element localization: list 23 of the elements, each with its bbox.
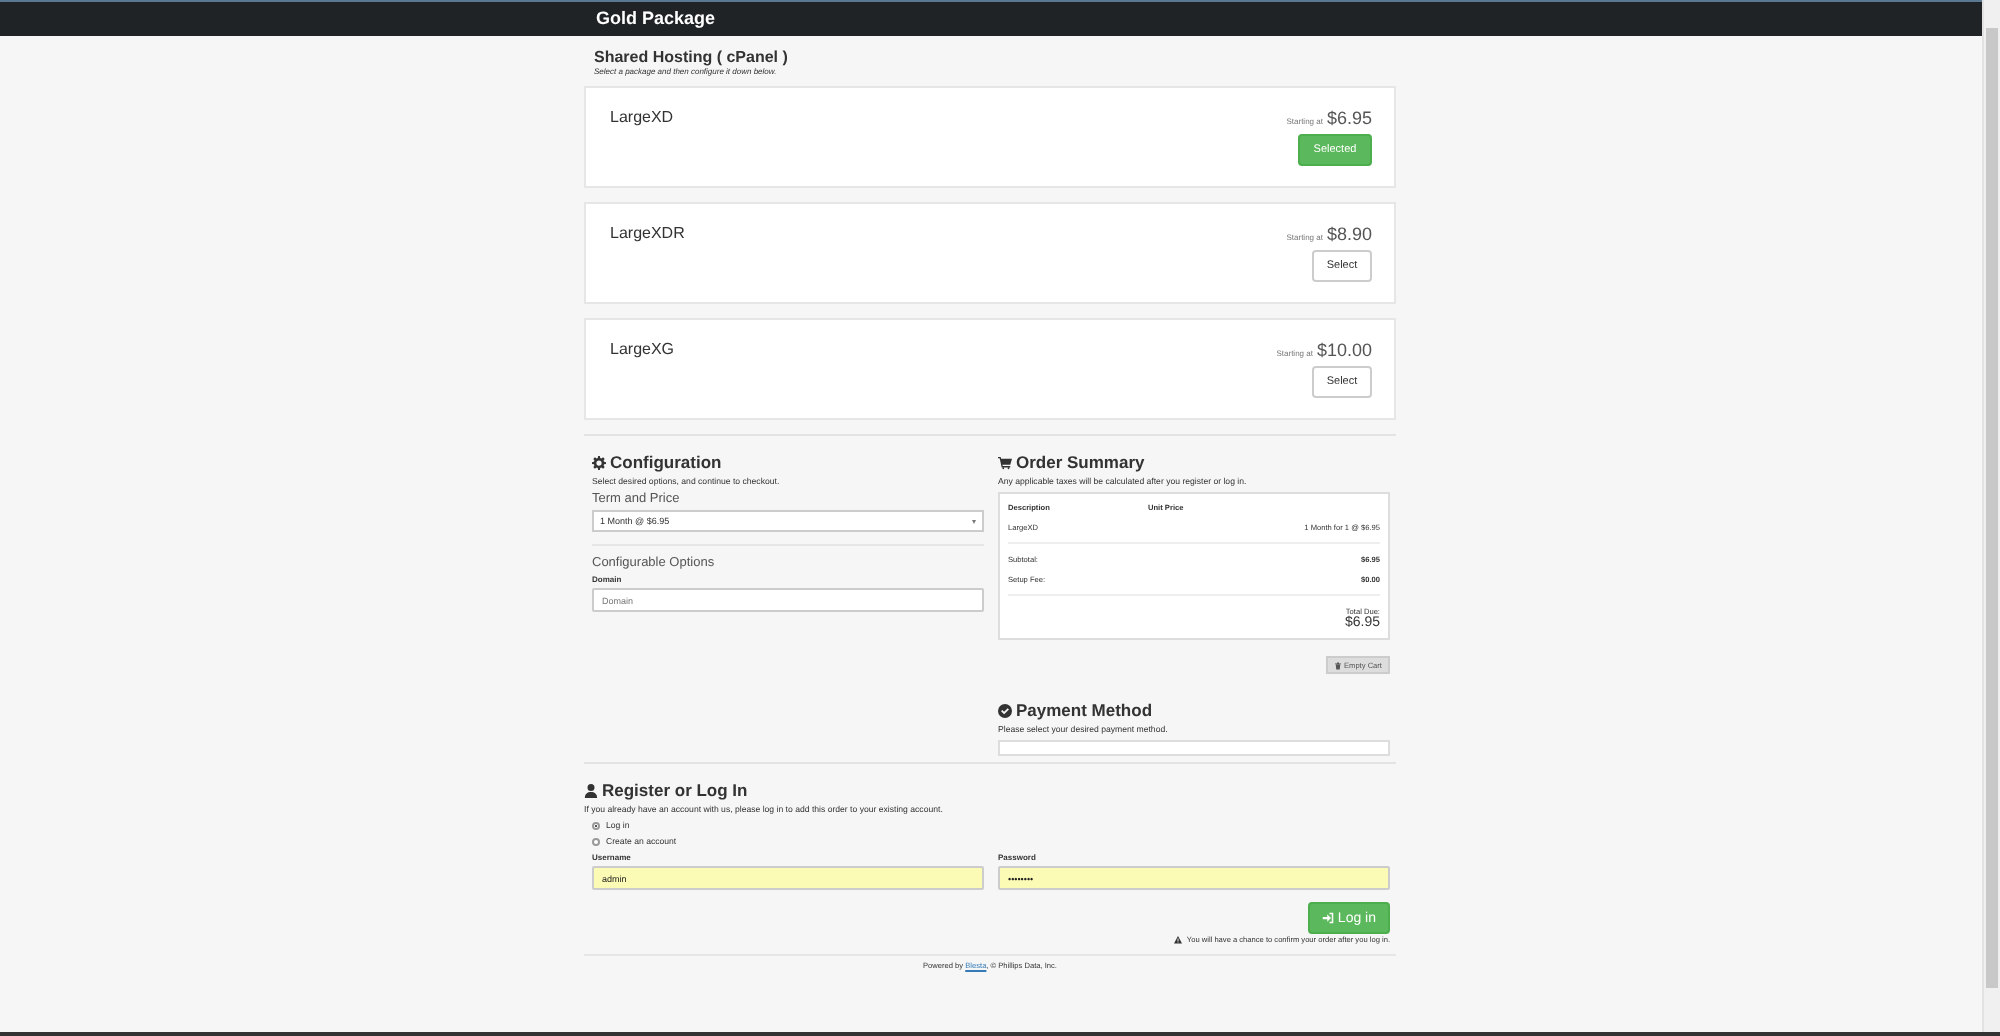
sign-in-icon (1321, 912, 1334, 924)
package-price: $8.90 (1326, 224, 1372, 244)
scrollbar[interactable] (1982, 0, 2000, 1032)
gear-icon (592, 455, 606, 469)
package-price: $6.95 (1326, 108, 1372, 128)
package-price: $10.00 (1316, 340, 1372, 360)
user-icon (584, 783, 598, 797)
caret-icon (972, 519, 976, 523)
radio-button[interactable] (592, 821, 600, 829)
cart-icon (998, 455, 1012, 469)
package-name: LargeXG (610, 340, 675, 362)
order-summary-heading: Order Summary (1016, 452, 1145, 472)
package-name: LargeXDR (610, 224, 685, 246)
section-title: Shared Hosting ( cPanel ) (594, 48, 790, 66)
warning-icon (1174, 936, 1183, 944)
payment-heading: Payment Method (1016, 700, 1153, 720)
register-heading: Register or Log In (602, 780, 748, 800)
radio-button[interactable] (592, 837, 600, 845)
trash-icon (1334, 661, 1342, 669)
package-name: LargeXD (610, 108, 674, 130)
configuration-heading: Configuration (610, 452, 722, 472)
page-title: Gold Package (594, 6, 718, 32)
scrollbar-thumb[interactable] (1986, 28, 1998, 988)
